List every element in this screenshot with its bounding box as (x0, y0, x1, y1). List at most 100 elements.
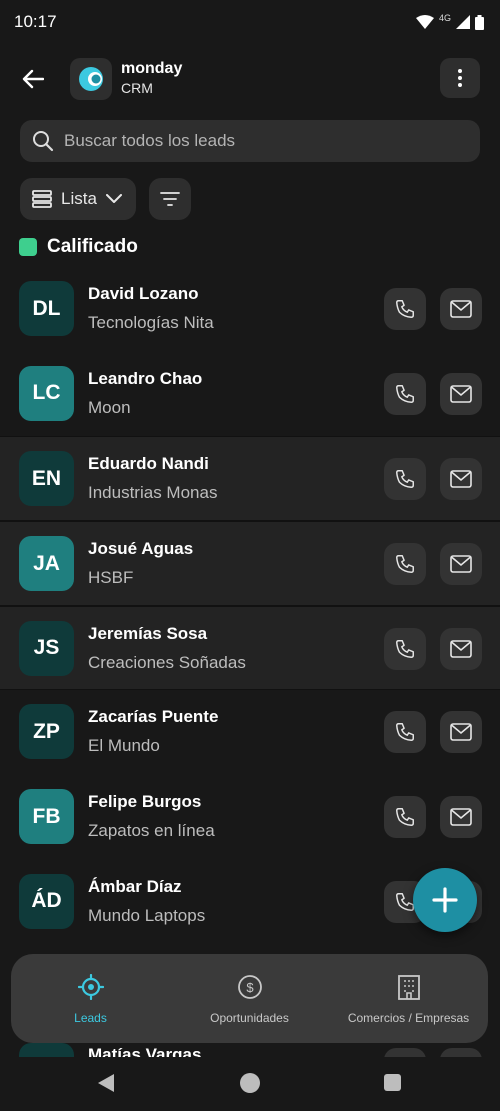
nav-item-opportunities[interactable]: $ Oportunidades (170, 954, 329, 1043)
system-back-icon[interactable] (96, 1073, 116, 1093)
lead-avatar: FB (19, 789, 74, 845)
chevron-down-icon (105, 194, 122, 203)
view-selector-label: Lista (61, 189, 97, 208)
search-icon (33, 131, 54, 152)
signal-icon (456, 15, 470, 29)
email-button[interactable] (440, 711, 482, 754)
call-button[interactable] (384, 543, 426, 586)
app-header: monday CRM (0, 56, 500, 100)
phone-icon (396, 470, 414, 489)
lead-company: Industrias Monas (88, 483, 218, 503)
search-input[interactable] (64, 131, 444, 151)
email-button[interactable] (440, 1048, 482, 1057)
call-button[interactable] (384, 458, 426, 501)
lead-row[interactable]: DL David Lozano Tecnologías Nita (0, 267, 500, 352)
mail-icon (450, 723, 472, 742)
nav-item-companies[interactable]: Comercios / Empresas (329, 954, 488, 1043)
lead-company: Creaciones Soñadas (88, 652, 246, 672)
lead-row[interactable]: JS Jeremías Sosa Creaciones Soñadas (0, 605, 500, 691)
phone-icon (396, 639, 414, 658)
lead-name: Eduardo Nandi (88, 454, 209, 474)
call-button[interactable] (384, 288, 426, 330)
lead-avatar: ÁD (19, 873, 74, 929)
nav-item-leads[interactable]: Leads (11, 954, 170, 1043)
email-button[interactable] (440, 372, 482, 415)
target-icon (77, 974, 104, 1000)
lead-avatar (19, 1043, 74, 1057)
bottom-navigation: Leads $ Oportunidades Comercios / Empres… (11, 954, 488, 1043)
system-recents-icon[interactable] (384, 1074, 401, 1091)
nav-label: Oportunidades (210, 1011, 289, 1025)
back-button[interactable] (18, 64, 48, 94)
lead-avatar: LC (19, 365, 74, 421)
group-header[interactable]: Calificado (19, 236, 138, 258)
mail-icon (450, 384, 472, 403)
mail-icon (450, 639, 472, 658)
lead-company: Mundo Laptops (88, 905, 206, 925)
lead-name: Zacarías Puente (88, 707, 219, 727)
lead-name: Jeremías Sosa (88, 623, 208, 643)
lead-avatar: ZP (19, 704, 74, 760)
email-button[interactable] (440, 627, 482, 670)
lead-name: Leandro Chao (88, 368, 203, 388)
lead-avatar: JS (19, 620, 74, 676)
lead-company: Tecnologías Nita (88, 313, 214, 332)
add-lead-button[interactable] (413, 868, 477, 932)
lead-name: Ámbar Díaz (88, 876, 182, 896)
system-home-icon[interactable] (240, 1073, 260, 1093)
phone-icon (396, 723, 414, 742)
battery-icon (475, 14, 484, 30)
system-navigation-bar (0, 1057, 500, 1111)
lead-row[interactable]: EN Eduardo Nandi Industrias Monas (0, 436, 500, 522)
email-button[interactable] (440, 543, 482, 586)
lead-row[interactable]: FB Felipe Burgos Zapatos en línea (0, 775, 500, 860)
status-bar: 10:17 4G (0, 0, 500, 44)
lead-name: Felipe Burgos (88, 792, 202, 812)
search-bar[interactable] (20, 120, 480, 162)
building-icon (397, 975, 420, 1000)
lead-list: DL David Lozano Tecnologías Nita LC Leandro … (0, 267, 500, 945)
network-label: 4G (438, 13, 451, 23)
lead-avatar: JA (19, 536, 74, 592)
dollar-icon: $ (237, 975, 262, 999)
wifi-icon (415, 15, 434, 29)
arrow-left-icon (22, 69, 44, 89)
group-color-indicator (19, 238, 37, 256)
lead-row[interactable]: LC Leandro Chao Moon (0, 352, 500, 437)
lead-name: Matías Vargas (88, 1045, 202, 1057)
nav-label: Leads (74, 1011, 107, 1025)
app-logo (70, 58, 112, 100)
mail-icon (450, 808, 472, 826)
group-title: Calificado (47, 236, 138, 257)
nav-label: Comercios / Empresas (347, 1011, 470, 1025)
list-view-icon (32, 190, 52, 208)
call-button[interactable] (384, 1048, 426, 1057)
filter-icon (160, 192, 180, 206)
partial-lead-row[interactable]: Matías Vargas (0, 1043, 500, 1057)
lead-company: HSBF (88, 568, 134, 588)
more-options-button[interactable] (440, 58, 480, 98)
call-button[interactable] (384, 711, 426, 754)
mail-icon (450, 470, 472, 489)
phone-icon (396, 384, 414, 403)
svg-text:$: $ (246, 980, 254, 995)
call-button[interactable] (384, 796, 426, 839)
lead-row[interactable]: ZP Zacarías Puente El Mundo (0, 690, 500, 775)
lead-name: David Lozano (88, 284, 199, 303)
lead-company: El Mundo (88, 736, 160, 756)
view-selector-button[interactable]: Lista (20, 178, 136, 220)
lead-row[interactable]: JA Josué Aguas HSBF (0, 521, 500, 606)
call-button[interactable] (384, 372, 426, 415)
plus-icon (432, 887, 458, 913)
app-subtitle: CRM (121, 80, 153, 96)
app-title: monday (121, 60, 183, 77)
call-button[interactable] (384, 627, 426, 670)
email-button[interactable] (440, 796, 482, 839)
lead-company: Zapatos en línea (88, 821, 215, 841)
filter-button[interactable] (149, 178, 191, 220)
email-button[interactable] (440, 458, 482, 501)
phone-icon (396, 555, 414, 574)
more-vertical-icon (458, 69, 462, 87)
lead-name: Josué Aguas (88, 539, 194, 559)
email-button[interactable] (440, 288, 482, 330)
